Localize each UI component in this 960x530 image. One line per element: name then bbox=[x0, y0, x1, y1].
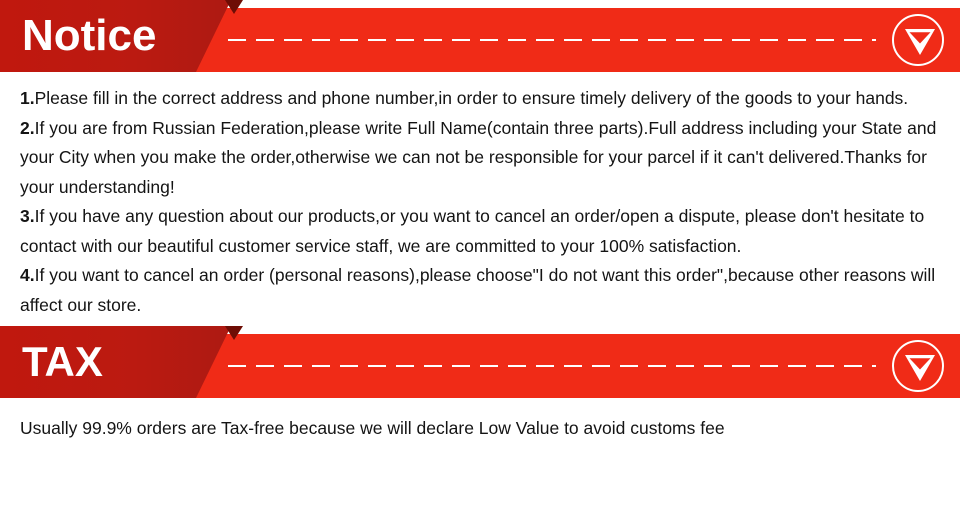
notice-item: 3.If you have any question about our pro… bbox=[20, 202, 940, 261]
notice-item-text: If you want to cancel an order (personal… bbox=[20, 265, 936, 315]
notice-item-number: 3. bbox=[20, 206, 35, 226]
notice-banner-dashed-rule bbox=[228, 39, 876, 41]
chevron-down-icon[interactable] bbox=[892, 340, 944, 392]
chevron-down-icon[interactable] bbox=[892, 14, 944, 66]
notice-item-text: Please fill in the correct address and p… bbox=[34, 88, 909, 108]
notice-item: 4.If you want to cancel an order (person… bbox=[20, 261, 940, 320]
notice-item-text: If you have any question about our produ… bbox=[20, 206, 925, 256]
notice-item: 2.If you are from Russian Federation,ple… bbox=[20, 114, 940, 203]
notice-item-text: If you are from Russian Federation,pleas… bbox=[20, 117, 937, 197]
notice-item: 1.Please fill in the correct address and… bbox=[20, 84, 940, 114]
tax-banner-title: TAX bbox=[22, 338, 103, 385]
notice-banner-title: Notice bbox=[22, 11, 157, 60]
notice-item-number: 2. bbox=[20, 117, 35, 138]
tax-banner-dashed-rule bbox=[228, 365, 876, 367]
tax-paragraph: Usually 99.9% orders are Tax-free becaus… bbox=[20, 418, 725, 438]
notice-body: 1.Please fill in the correct address and… bbox=[0, 72, 960, 320]
tax-body: Usually 99.9% orders are Tax-free becaus… bbox=[0, 398, 960, 444]
notice-banner: Notice bbox=[0, 0, 960, 72]
notice-item-number: 4. bbox=[20, 265, 35, 285]
tax-banner: TAX bbox=[0, 326, 960, 398]
notice-item-number: 1. bbox=[20, 88, 35, 108]
